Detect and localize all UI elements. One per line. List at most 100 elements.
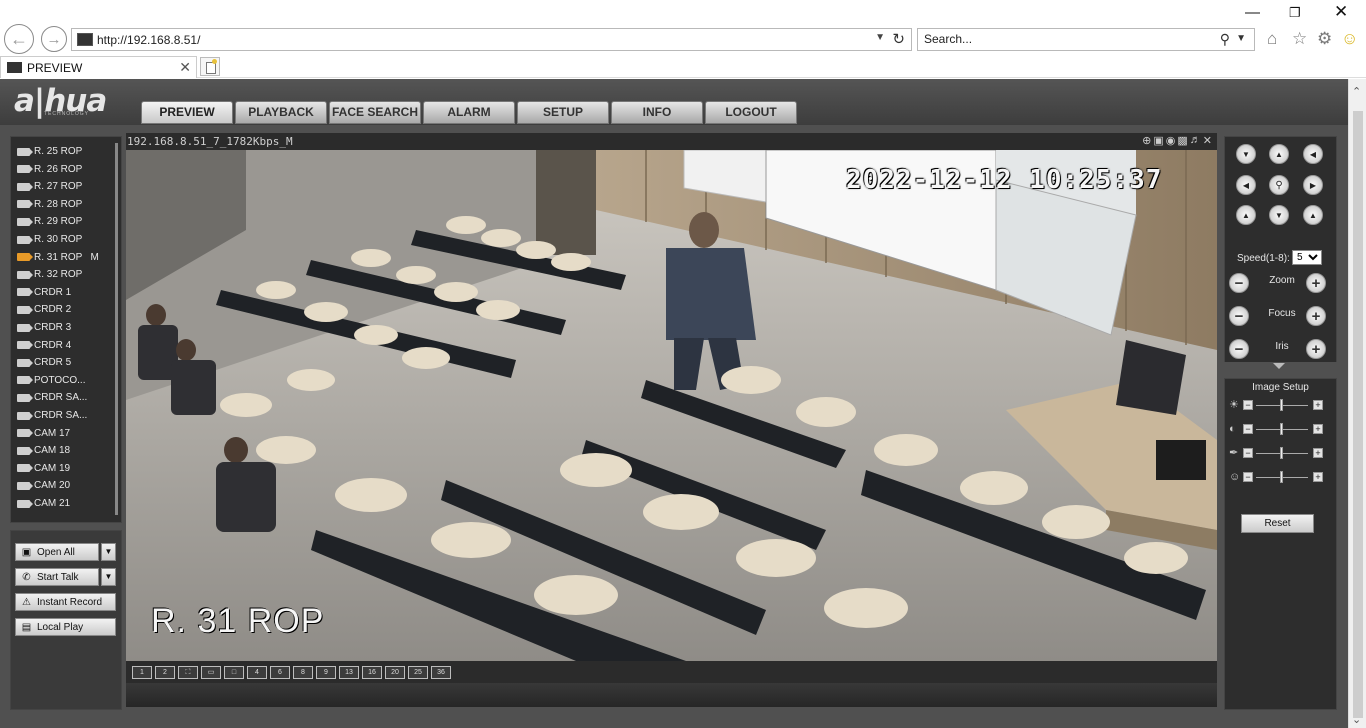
decrease-button[interactable]: −: [1243, 472, 1253, 482]
scroll-thumb[interactable]: [1353, 111, 1363, 718]
camera-list-scrollbar[interactable]: [115, 143, 118, 515]
camera-list-item[interactable]: CRDR 4: [17, 337, 71, 354]
ptz-up-left-button[interactable]: ▼: [1236, 144, 1256, 164]
search-box[interactable]: ⚲ ▼: [917, 28, 1255, 51]
layout-button[interactable]: 20: [385, 665, 405, 679]
search-icon[interactable]: ⚲: [1220, 31, 1230, 48]
layout-button[interactable]: 9: [316, 665, 336, 679]
ptz-left-button[interactable]: ◀: [1236, 175, 1256, 195]
layout-button[interactable]: ⛶: [178, 665, 198, 679]
window-icon[interactable]: ▣: [1153, 134, 1163, 147]
camera-list-item[interactable]: CRDR SA...: [17, 407, 87, 424]
layout-button[interactable]: 1: [132, 665, 152, 679]
camera-list-item[interactable]: CRDR 5: [17, 354, 71, 371]
favorites-icon[interactable]: ☆: [1292, 29, 1307, 49]
snapshot-icon[interactable]: ◉: [1166, 134, 1176, 147]
gear-icon[interactable]: ⚙: [1317, 29, 1332, 49]
layout-button[interactable]: 36: [431, 665, 451, 679]
layout-button[interactable]: 2: [155, 665, 175, 679]
zoom-in-button[interactable]: +: [1306, 273, 1326, 293]
layout-button[interactable]: 25: [408, 665, 428, 679]
increase-button[interactable]: +: [1313, 424, 1323, 434]
menu-playback[interactable]: PLAYBACK: [235, 101, 327, 124]
page-scrollbar[interactable]: ⌃ ⌄: [1348, 79, 1366, 728]
camera-list-item[interactable]: R. 25 ROP: [17, 143, 82, 160]
zoom-icon[interactable]: ⊕: [1142, 134, 1151, 147]
back-button[interactable]: ←: [4, 24, 34, 54]
camera-list-item[interactable]: CRDR 2: [17, 301, 71, 318]
layout-button[interactable]: 6: [270, 665, 290, 679]
tab-close-icon[interactable]: ✕: [179, 59, 191, 76]
zoom-out-button[interactable]: −: [1229, 273, 1249, 293]
focus-out-button[interactable]: −: [1229, 306, 1249, 326]
ptz-up-button[interactable]: ▲: [1269, 144, 1289, 164]
start-talk-dropdown[interactable]: ▼: [101, 568, 116, 586]
reset-button[interactable]: Reset: [1241, 514, 1314, 533]
increase-button[interactable]: +: [1313, 400, 1323, 410]
address-dropdown-icon[interactable]: ▼: [875, 32, 885, 43]
layout-button[interactable]: 13: [339, 665, 359, 679]
menu-setup[interactable]: SETUP: [517, 101, 609, 124]
address-bar[interactable]: http://192.168.8.51/ ▼ ↻: [71, 28, 912, 51]
record-icon[interactable]: ▩: [1177, 134, 1187, 147]
slider-thumb[interactable]: [1280, 471, 1283, 483]
local-play-button[interactable]: ▤ Local Play: [15, 618, 116, 636]
refresh-icon[interactable]: ↻: [892, 30, 905, 48]
search-input[interactable]: [924, 32, 1204, 46]
camera-list-item[interactable]: CAM 20: [17, 477, 70, 494]
layout-button[interactable]: 4: [247, 665, 267, 679]
minimize-icon[interactable]: —: [1245, 4, 1260, 21]
camera-feed[interactable]: 2022-12-12 10:25:37 R. 31 ROP: [126, 150, 1217, 661]
layout-button[interactable]: 16: [362, 665, 382, 679]
camera-list-item[interactable]: R. 31 ROP M: [17, 249, 99, 266]
tab-preview[interactable]: PREVIEW ✕: [0, 56, 197, 78]
ptz-down-right-button[interactable]: ▲: [1303, 205, 1323, 225]
ptz-right-button[interactable]: ▶: [1303, 175, 1323, 195]
forward-button[interactable]: →: [41, 26, 67, 52]
ptz-collapse-toggle[interactable]: [1224, 362, 1337, 372]
close-window-icon[interactable]: ✕: [1334, 2, 1348, 22]
camera-list-item[interactable]: CAM 17: [17, 425, 70, 442]
iris-close-button[interactable]: −: [1229, 339, 1249, 359]
ptz-auto-button[interactable]: ⚲: [1269, 175, 1289, 195]
camera-list-item[interactable]: CAM 21: [17, 495, 70, 512]
camera-list-item[interactable]: R. 29 ROP: [17, 213, 82, 230]
scroll-up-icon[interactable]: ⌃: [1352, 85, 1361, 98]
camera-list-item[interactable]: CAM 19: [17, 460, 70, 477]
layout-button[interactable]: □: [224, 665, 244, 679]
ptz-down-button[interactable]: ▼: [1269, 205, 1289, 225]
decrease-button[interactable]: −: [1243, 400, 1253, 410]
camera-list-item[interactable]: R. 26 ROP: [17, 161, 82, 178]
menu-logout[interactable]: LOGOUT: [705, 101, 797, 124]
speed-select[interactable]: 12345678: [1292, 250, 1322, 265]
camera-list-item[interactable]: R. 27 ROP: [17, 178, 82, 195]
open-all-button[interactable]: ▣ Open All: [15, 543, 99, 561]
increase-button[interactable]: +: [1313, 448, 1323, 458]
camera-list-item[interactable]: CRDR 3: [17, 319, 71, 336]
camera-list-item[interactable]: POTOCO...: [17, 372, 86, 389]
iris-open-button[interactable]: +: [1306, 339, 1326, 359]
decrease-button[interactable]: −: [1243, 424, 1253, 434]
search-dropdown-icon[interactable]: ▼: [1236, 33, 1246, 44]
focus-in-button[interactable]: +: [1306, 306, 1326, 326]
layout-button[interactable]: 8: [293, 665, 313, 679]
ptz-down-left-button[interactable]: ▲: [1236, 205, 1256, 225]
layout-button[interactable]: ▭: [201, 665, 221, 679]
start-talk-button[interactable]: ✆ Start Talk: [15, 568, 99, 586]
ptz-up-right-button[interactable]: ◀: [1303, 144, 1323, 164]
menu-preview[interactable]: PREVIEW: [141, 101, 233, 124]
camera-list-item[interactable]: R. 28 ROP: [17, 196, 82, 213]
instant-record-button[interactable]: ⚠ Instant Record: [15, 593, 116, 611]
increase-button[interactable]: +: [1313, 472, 1323, 482]
open-all-dropdown[interactable]: ▼: [101, 543, 116, 561]
slider-thumb[interactable]: [1280, 423, 1283, 435]
home-icon[interactable]: ⌂: [1267, 29, 1277, 49]
slider-thumb[interactable]: [1280, 447, 1283, 459]
menu-face-search[interactable]: FACE SEARCH: [329, 101, 421, 124]
camera-list-item[interactable]: CAM 18: [17, 442, 70, 459]
audio-icon[interactable]: ♬: [1190, 134, 1201, 147]
slider-thumb[interactable]: [1280, 399, 1283, 411]
restore-icon[interactable]: ❐: [1289, 5, 1301, 21]
camera-list-item[interactable]: CRDR 1: [17, 284, 71, 301]
new-tab-button[interactable]: [200, 57, 220, 76]
